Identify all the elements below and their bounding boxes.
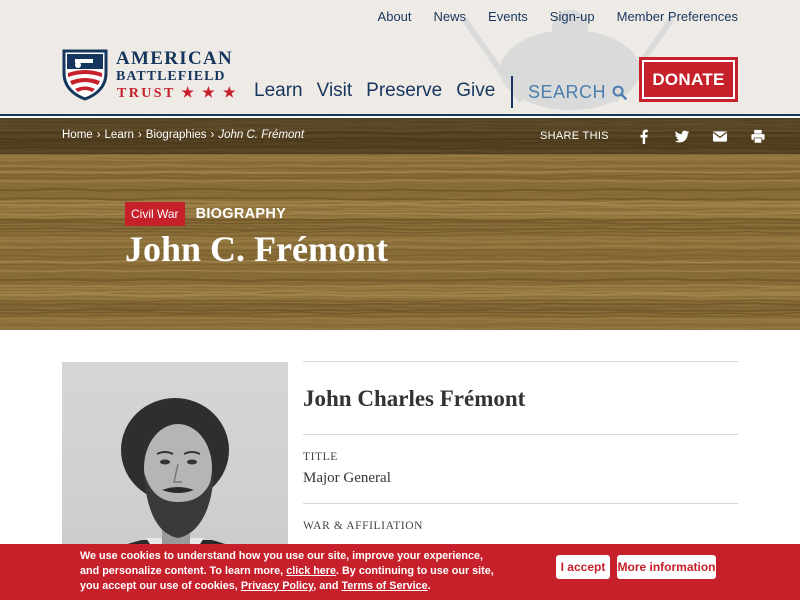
donate-button[interactable]: DONATE	[639, 57, 738, 102]
utility-nav: About News Events Sign-up Member Prefere…	[378, 9, 738, 24]
title-label: TITLE	[303, 451, 338, 463]
print-icon[interactable]	[739, 128, 777, 144]
war-tag[interactable]: Civil War	[125, 202, 185, 226]
war-affiliation-label: WAR & AFFILIATION	[303, 520, 424, 532]
nav-signup-link[interactable]: Sign-up	[550, 9, 595, 24]
nav-member-preferences-link[interactable]: Member Preferences	[617, 9, 738, 24]
email-icon[interactable]	[701, 128, 739, 144]
biography-details: John Charles Frémont TITLE Major General…	[303, 361, 738, 555]
nav-events-link[interactable]: Events	[488, 9, 528, 24]
page-title: John C. Frémont	[125, 229, 388, 269]
nav-divider	[511, 76, 513, 108]
cookie-message: We use cookies to understand how you use…	[80, 549, 500, 594]
nav-news-link[interactable]: News	[434, 9, 467, 24]
breadcrumb-separator: ›	[137, 129, 142, 141]
twitter-icon[interactable]	[663, 128, 701, 144]
breadcrumb: Home › Learn › Biographies › John C. Fré…	[62, 129, 304, 141]
breadcrumb-current: John C. Frémont	[218, 129, 305, 141]
search-button[interactable]: SEARCH	[528, 82, 627, 103]
terms-of-service-link[interactable]: Terms of Service	[341, 580, 427, 592]
site-header: About News Events Sign-up Member Prefere…	[0, 0, 800, 116]
breadcrumb-separator: ›	[210, 129, 215, 141]
main-nav: Learn Visit Preserve Give	[254, 80, 495, 102]
cookie-banner: We use cookies to understand how you use…	[0, 544, 800, 600]
nav-about-link[interactable]: About	[378, 9, 412, 24]
breadcrumb-learn-link[interactable]: Learn	[105, 129, 134, 141]
share-bar: SHARE THIS	[540, 128, 777, 144]
search-icon	[612, 85, 627, 100]
logo-line-battlefield: BATTLEFIELD	[116, 69, 226, 84]
site-logo[interactable]: AMERICAN BATTLEFIELD TRUST ★ ★ ★	[62, 48, 242, 102]
full-name: John Charles Frémont	[303, 386, 526, 411]
nav-learn-link[interactable]: Learn	[254, 80, 303, 102]
facebook-icon[interactable]	[625, 128, 663, 144]
share-label: SHARE THIS	[540, 130, 609, 142]
nav-preserve-link[interactable]: Preserve	[366, 80, 442, 102]
hero-banner: Home › Learn › Biographies › John C. Fré…	[0, 118, 800, 330]
header-divider	[0, 114, 800, 116]
shield-logo-icon	[62, 49, 108, 101]
logo-line-trust: TRUST ★ ★ ★	[117, 86, 238, 101]
search-label: SEARCH	[528, 82, 607, 102]
breadcrumb-biographies-link[interactable]: Biographies	[146, 129, 207, 141]
breadcrumb-separator: ›	[96, 129, 101, 141]
logo-line-american: AMERICAN	[116, 48, 234, 69]
nav-visit-link[interactable]: Visit	[317, 80, 353, 102]
cookie-click-here-link[interactable]: click here	[286, 565, 336, 577]
accept-cookies-button[interactable]: I accept	[556, 555, 610, 579]
privacy-policy-link[interactable]: Privacy Policy	[241, 580, 313, 592]
breadcrumb-home-link[interactable]: Home	[62, 129, 93, 141]
cookie-text-part: , and	[313, 580, 342, 592]
content-type-label: BIOGRAPHY	[195, 206, 287, 222]
nav-give-link[interactable]: Give	[456, 80, 495, 102]
more-information-button[interactable]: More information	[617, 555, 716, 579]
cookie-text-part: .	[427, 580, 431, 592]
title-value: Major General	[303, 470, 391, 486]
hero-tags: Civil War BIOGRAPHY	[125, 202, 286, 226]
